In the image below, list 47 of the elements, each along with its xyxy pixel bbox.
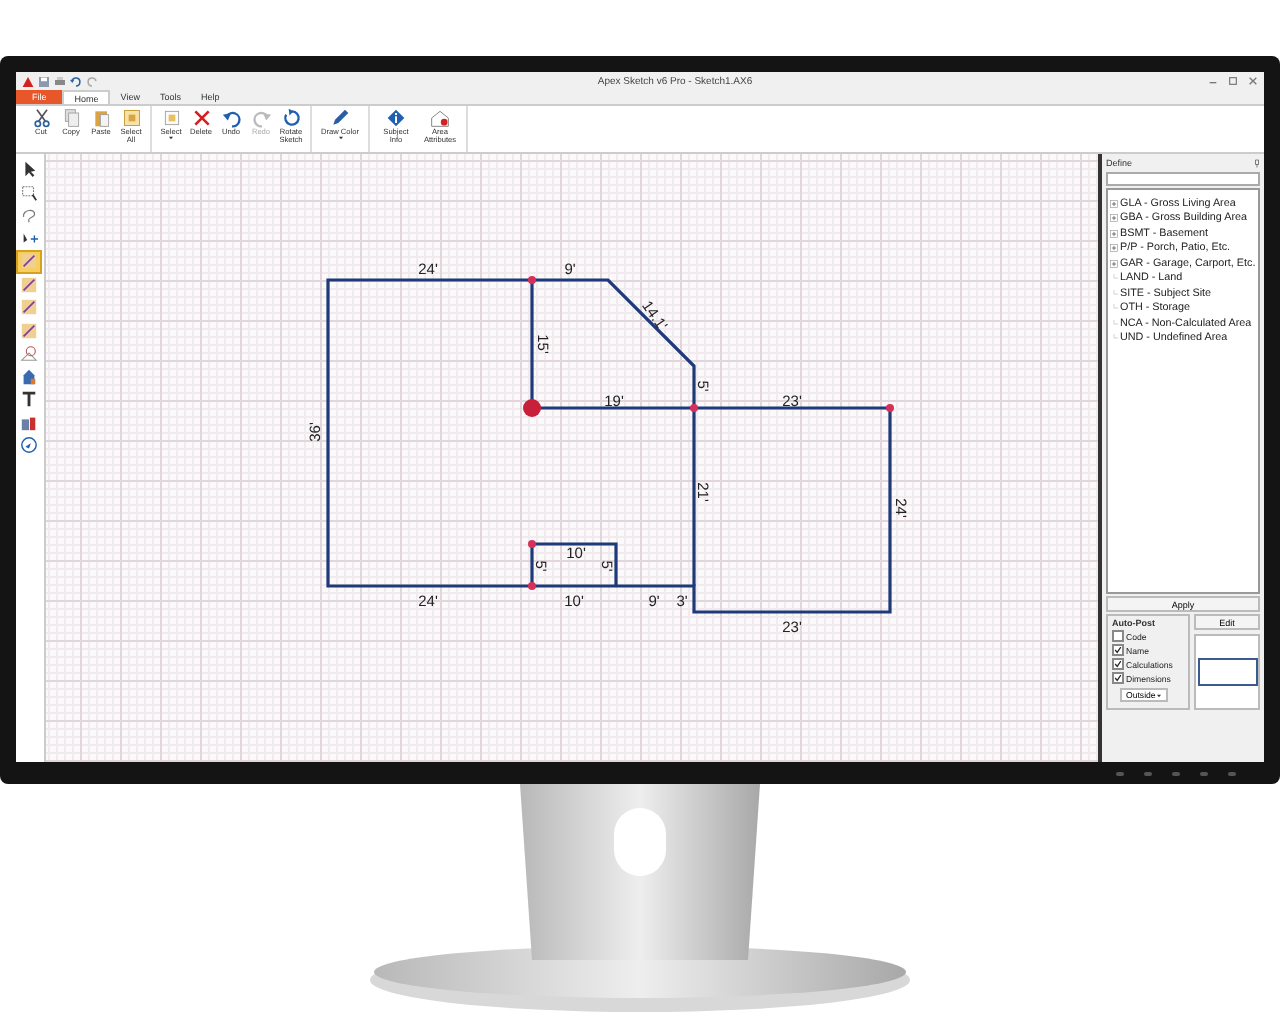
selected-vertex-point[interactable] <box>523 399 541 417</box>
books-icon <box>20 413 38 432</box>
checkbox[interactable] <box>1112 672 1124 684</box>
print-icon[interactable] <box>54 75 66 87</box>
checkbox[interactable] <box>1112 658 1124 670</box>
shapes-icon <box>20 344 38 363</box>
expand-icon[interactable] <box>1110 199 1118 208</box>
vertex-point[interactable] <box>528 582 536 590</box>
pencil-icon <box>20 321 38 340</box>
expand-icon[interactable] <box>1110 214 1118 223</box>
close-icon[interactable] <box>1248 76 1258 86</box>
house-icon <box>20 367 38 386</box>
vertex-point[interactable] <box>528 540 536 548</box>
scissors-icon <box>31 108 51 128</box>
checkbox[interactable] <box>1112 630 1124 642</box>
move-point-icon <box>20 229 38 248</box>
pin-icon[interactable] <box>1254 158 1260 168</box>
drawing-tool-button[interactable] <box>16 434 42 457</box>
checkbox[interactable] <box>1112 644 1124 656</box>
undo-icon <box>221 108 241 128</box>
vertex-point[interactable] <box>886 404 894 412</box>
expand-icon[interactable] <box>1110 244 1118 253</box>
text-tool-icon <box>20 390 38 409</box>
vertex-point[interactable] <box>690 404 698 412</box>
pencil-icon <box>20 252 38 271</box>
small-room-outline <box>530 542 618 586</box>
pencil-icon <box>20 275 38 294</box>
compass-icon <box>20 436 38 455</box>
redo-icon <box>251 108 271 128</box>
redo-icon[interactable] <box>86 75 98 87</box>
save-icon[interactable] <box>38 75 50 87</box>
expand-icon[interactable] <box>1110 229 1118 238</box>
pointer-icon <box>20 160 38 179</box>
select-all-icon <box>121 108 141 128</box>
delete-icon <box>191 108 211 128</box>
search-field[interactable] <box>1106 172 1260 186</box>
preview-rectangle <box>1197 658 1257 686</box>
pencil-icon <box>20 298 38 317</box>
lasso-icon <box>20 206 38 225</box>
caret-icon <box>1156 693 1162 697</box>
expand-icon[interactable] <box>1110 259 1118 268</box>
undo-icon[interactable] <box>70 75 82 87</box>
minimize-icon[interactable] <box>1208 76 1218 86</box>
maximize-icon[interactable] <box>1228 76 1238 86</box>
vertex-point[interactable] <box>528 276 536 284</box>
marquee-select-icon <box>20 183 38 202</box>
rotate-icon <box>281 108 301 128</box>
